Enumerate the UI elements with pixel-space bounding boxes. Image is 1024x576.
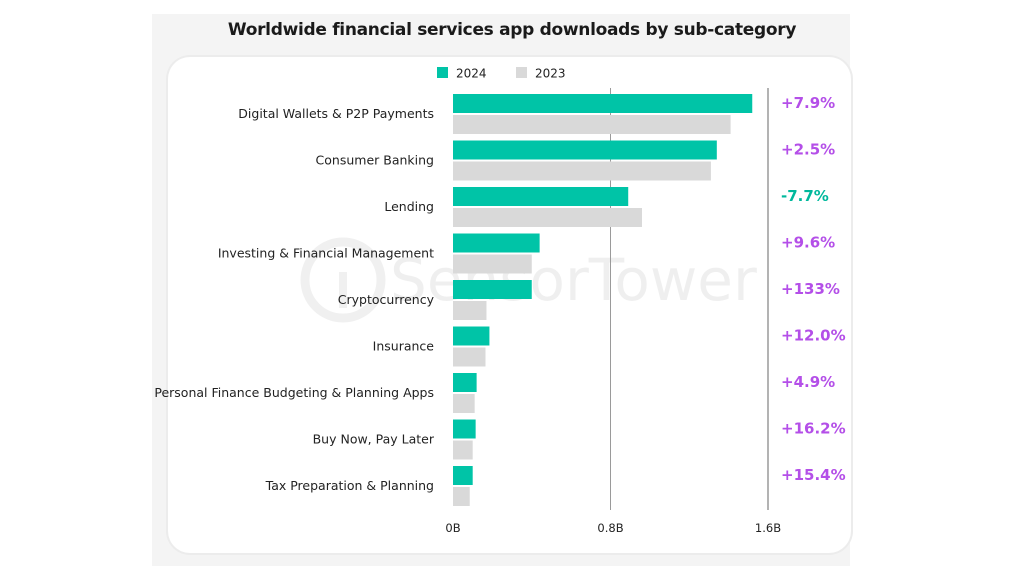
bar-2023	[453, 487, 470, 506]
category-label: Lending	[384, 199, 434, 214]
yoy-change-label: +16.2%	[781, 420, 846, 438]
legend-label: 2024	[456, 67, 487, 81]
category-label: Digital Wallets & P2P Payments	[238, 106, 434, 121]
yoy-change-label: +9.6%	[781, 234, 835, 252]
bar-2023	[453, 254, 532, 274]
bar-2023	[453, 161, 711, 181]
bar-2024	[453, 419, 476, 439]
bar-2023	[453, 347, 486, 367]
category-label: Investing & Financial Management	[218, 246, 434, 261]
yoy-change-label: -7.7%	[781, 187, 829, 205]
yoy-change-label: +7.9%	[781, 94, 835, 112]
legend: 2024 2023	[437, 67, 566, 81]
category-labels: Digital Wallets & P2P Payments Consumer B…	[154, 106, 434, 493]
bar-2024	[453, 233, 540, 253]
yoy-change-label: +4.9%	[781, 373, 835, 391]
bar-2024	[453, 140, 717, 160]
bar-2023	[453, 208, 642, 227]
yoy-change-label: +12.0%	[781, 327, 846, 345]
category-label: Consumer Banking	[316, 153, 434, 168]
bar-2024	[453, 187, 629, 206]
bar-2024	[453, 373, 477, 392]
bar-2024	[453, 94, 753, 113]
yoy-change-label: +2.5%	[781, 141, 835, 159]
bar-2023	[453, 301, 487, 320]
legend-label: 2023	[535, 67, 566, 81]
legend-swatch-2023	[516, 67, 527, 78]
bar-2023	[453, 115, 731, 134]
bar-2024	[453, 466, 473, 485]
category-label: Buy Now, Pay Later	[313, 432, 435, 447]
x-tick-label: 1.6B	[755, 521, 781, 535]
yoy-change-labels: +7.9% +2.5% -7.7% +9.6% +133% +12.0% +4.9% +16.…	[781, 94, 846, 484]
bar-2024	[453, 326, 490, 346]
legend-swatch-2024	[437, 67, 448, 78]
category-label: Cryptocurrency	[338, 292, 435, 307]
yoy-change-label: +133%	[781, 280, 840, 298]
x-axis-ticks: 0B 0.8B 1.6B	[445, 521, 781, 535]
watermark-text: SensorTower	[390, 246, 757, 314]
yoy-change-label: +15.4%	[781, 466, 846, 484]
category-label: Insurance	[373, 339, 435, 354]
category-label: Personal Finance Budgeting & Planning Ap…	[154, 385, 434, 400]
bar-2024	[453, 280, 532, 299]
bar-2023	[453, 394, 475, 413]
bar-chart: SensorTower 2024 2023 Digital Wallets & P…	[154, 67, 846, 536]
bar-2023	[453, 440, 473, 460]
x-tick-label: 0.8B	[597, 521, 623, 535]
category-label: Tax Preparation & Planning	[265, 478, 434, 493]
x-tick-label: 0B	[445, 521, 460, 535]
